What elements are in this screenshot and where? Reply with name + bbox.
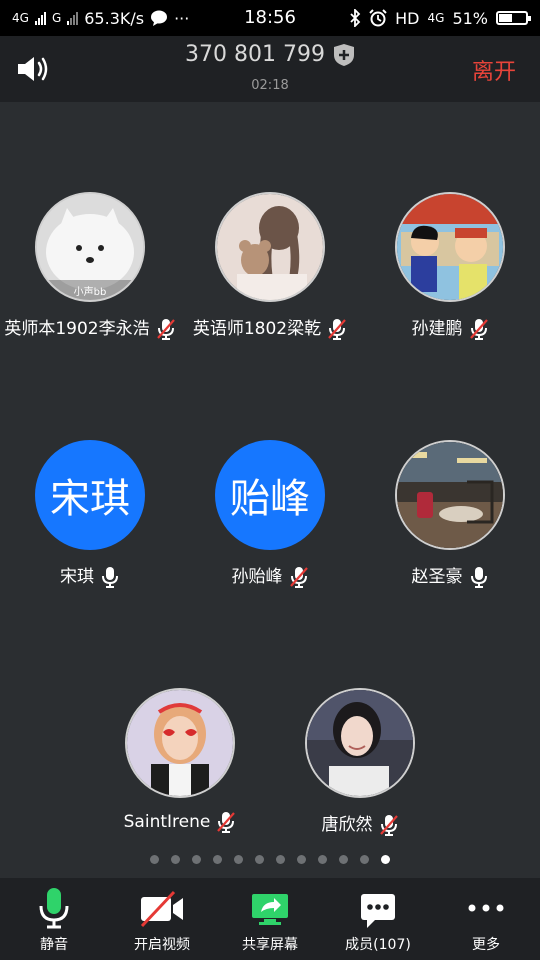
meeting-header: 370 801 799 02:18 离开 [0,36,540,102]
page-dot[interactable] [381,855,390,864]
participant-name-text: SaintIrene [123,812,211,832]
avatar [395,192,505,302]
more-label: 更多 [472,937,500,953]
mic-icon [39,888,69,929]
page-dot[interactable] [318,855,327,864]
page-dot[interactable] [255,855,264,864]
share-screen-button[interactable]: 共享屏幕 [216,878,324,960]
video-off-icon [140,890,183,928]
avatar-caption: 小声bb [74,285,107,298]
mic-muted-icon [469,319,488,340]
avatar [125,688,235,798]
cartoon-avatar-image [397,194,503,300]
members-label: 成员(107) [345,937,411,953]
participant-name-text: 唐欣然 [321,815,373,835]
meeting-duration: 02:18 [251,78,289,93]
network-type-3: 4G [427,11,445,25]
avatar [395,440,505,550]
more-dots-icon [468,904,504,912]
chat-members-icon [361,894,395,928]
page-dot[interactable] [171,855,180,864]
participant-name: 赵圣豪 [340,562,540,589]
battery-level [499,14,512,22]
page-dot[interactable] [360,855,369,864]
participant-tile[interactable]: 赵圣豪 [360,440,540,610]
cafe-avatar-image [397,442,503,548]
avatar [215,192,325,302]
meeting-id[interactable]: 370 801 799 [0,42,540,67]
hd-indicator: HD [395,8,420,28]
share-screen-icon [252,894,288,925]
mic-icon [470,567,487,588]
bottom-toolbar: 静音 开启视频 共享屏幕 成员(107) 更多 [0,878,540,960]
mic-icon [102,567,118,588]
avatar [305,688,415,798]
leave-button[interactable]: 离开 [472,54,516,86]
participant-name: 孙建鹏 [340,314,540,341]
girl-portrait-avatar-image [307,690,413,796]
participant-name-text: 英语师1802梁乾 [192,319,322,339]
shield-icon[interactable] [333,43,355,67]
avatar-initials: 宋琪 [35,440,145,550]
status-bar: 4G G 65.3K/s ··· 18:56 HD 4G 51% [0,0,540,36]
participant-tile[interactable]: 贻峰 孙贻峰 [180,440,360,610]
girl-bear-avatar-image [217,194,323,300]
page-dot[interactable] [297,855,306,864]
girl-sunglasses-avatar-image [127,690,233,796]
participant-tile[interactable]: SaintIrene [90,688,270,858]
dog-avatar-image: 小声bb [37,194,143,300]
page-dot[interactable] [234,855,243,864]
battery-percent: 51% [452,8,488,28]
participant-tile[interactable]: 英语师1802梁乾 [180,192,360,362]
avatar: 小声bb [35,192,145,302]
participant-name-text: 孙建鹏 [411,319,463,339]
participant-name-text: 孙贻峰 [231,567,283,587]
members-button[interactable]: 成员(107) [324,878,432,960]
participant-tile[interactable]: 孙建鹏 [360,192,540,362]
mute-button[interactable]: 静音 [0,878,108,960]
participant-name-text: 宋琪 [60,567,94,587]
start-video-button[interactable]: 开启视频 [108,878,216,960]
mic-muted-icon [217,812,236,833]
bluetooth-icon [350,9,361,27]
participant-tile[interactable]: 小声bb 英师本1902李永浩 [0,192,180,362]
participant-tile[interactable]: 唐欣然 [270,688,450,858]
mic-muted-icon [379,815,398,836]
more-button[interactable]: 更多 [432,878,540,960]
status-right: HD 4G 51% [349,0,531,36]
page-dot[interactable] [213,855,222,864]
page-dot[interactable] [339,855,348,864]
avatar-initials: 贻峰 [215,440,325,550]
page-dot[interactable] [276,855,285,864]
battery-icon [496,11,531,25]
page-dot[interactable] [150,855,159,864]
mic-muted-icon [289,567,308,588]
participant-name: 唐欣然 [250,810,470,837]
mute-label: 静音 [40,937,68,953]
participant-name-text: 赵圣豪 [411,567,463,587]
page-indicator[interactable] [0,855,540,864]
participant-tile[interactable]: 宋琪 宋琪 [0,440,180,610]
start-video-label: 开启视频 [134,937,190,953]
page-dot[interactable] [192,855,201,864]
participant-name-text: 英师本1902李永浩 [4,319,150,339]
share-screen-label: 共享屏幕 [242,937,298,953]
alarm-icon [369,9,387,27]
meeting-id-text: 370 801 799 [185,42,325,67]
